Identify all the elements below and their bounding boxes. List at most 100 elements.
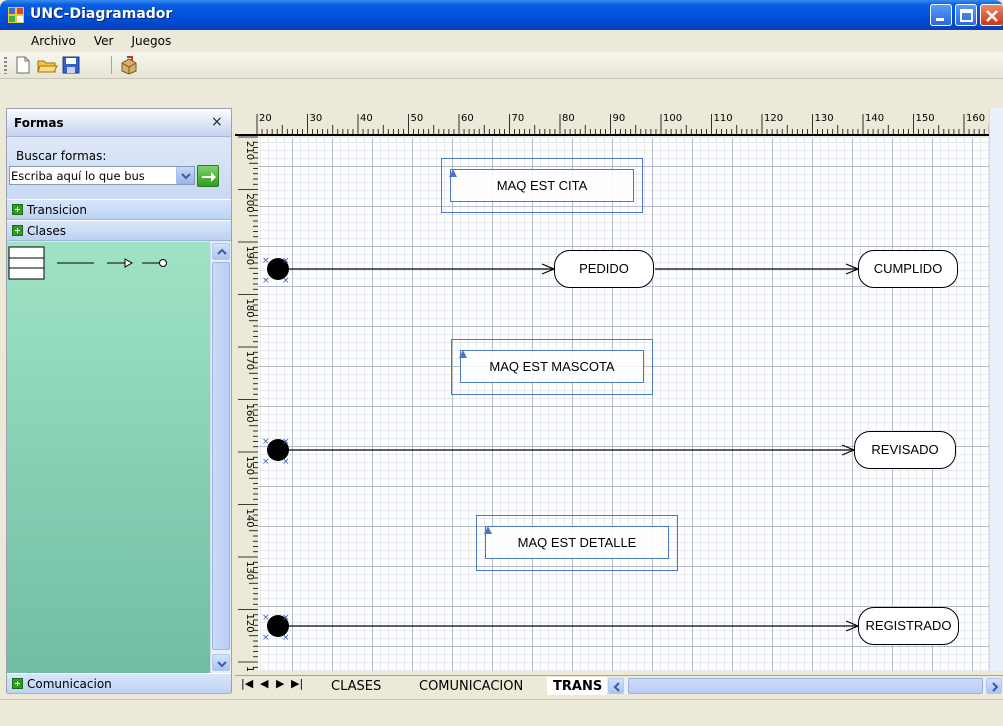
ruler-label: 60 [461,113,474,124]
search-input[interactable]: Escriba aquí lo que bus [9,166,195,185]
canvas-scrollbar[interactable] [989,108,1003,671]
shapes-row [8,246,167,280]
minimize-icon [936,18,944,21]
tab-prev-icon[interactable]: ◀ [260,677,268,690]
triangle-marker-icon [459,350,467,358]
search-go-button[interactable] [197,165,219,187]
svg-text:×: × [262,633,270,643]
ruler-top-ticks: 20 30 40 50 60 70 80 90 100 110 120 130 140 150 160 [256,113,1000,134]
interface-shape-icon[interactable] [142,259,167,267]
menu-archivo[interactable]: Archivo [22,30,85,52]
maximize-icon [960,9,973,22]
ruler-label: 130 [815,113,834,124]
ruler-label: 150 [244,456,255,475]
ruler-label: 150 [916,113,935,124]
ruler-label: 170 [244,351,255,370]
search-label: Buscar formas: [16,149,107,163]
svg-text:×: × [262,256,270,266]
tab-first-icon[interactable]: |◀ [241,677,253,690]
save-icon [62,56,80,74]
ruler-top: 20 30 40 50 60 70 80 90 100 110 120 130 140 150 160 [235,108,1003,136]
tab-next-icon[interactable]: ▶ [276,677,284,690]
ruler-left: 210 200 190 180 170 160 150 140 130 120 110 [235,136,258,671]
new-file-icon [16,56,30,74]
initial-state-node[interactable]: × × × × [262,437,290,467]
svg-text:×: × [262,437,270,447]
svg-text:×: × [262,457,270,467]
ruler-label: 50 [411,113,424,124]
chevron-up-icon [217,248,227,255]
ruler-label: 180 [244,299,255,318]
save-button[interactable] [60,55,82,75]
state-node[interactable]: CUMPLIDO [858,250,958,288]
category-clases[interactable]: Clases [7,220,231,241]
ruler-label: 200 [244,194,255,213]
ruler-label: 120 [764,113,783,124]
state-machine-frame[interactable]: MAQ EST DETALLE [476,515,678,571]
initial-state-node[interactable]: × × × × [262,256,290,286]
menu-juegos[interactable]: Juegos [122,30,180,52]
ruler-label: 140 [865,113,884,124]
scroll-thumb[interactable] [212,262,230,650]
shapes-scrollbar[interactable] [210,242,231,674]
tab-clases[interactable]: CLASES [325,677,387,695]
tab-last-icon[interactable]: ▶| [291,677,303,690]
tab-trans[interactable]: TRANS [547,677,607,695]
triangle-marker-icon [449,169,457,177]
horizontal-scrollbar[interactable] [608,678,1003,694]
scroll-thumb[interactable] [628,678,983,694]
menu-ver[interactable]: Ver [85,30,123,52]
svg-text:×: × [282,437,290,447]
open-button[interactable] [36,55,58,75]
close-icon [986,10,998,22]
frame-label: MAQ EST DETALLE [517,535,637,550]
ruler-label: 210 [244,141,255,160]
chevron-down-icon [181,173,191,180]
diagram-canvas[interactable]: × × × × × × × × × × × × MAQ EST CITA MAQ EST M… [258,138,989,671]
scroll-right-button[interactable] [986,678,1002,694]
category-transicion[interactable]: Transicion [7,199,231,220]
scroll-down-button[interactable] [212,654,230,671]
ruler-label: 130 [244,561,255,580]
initial-state-node[interactable]: × × × × [262,613,290,643]
state-machine-frame[interactable]: MAQ EST CITA [441,158,643,213]
toolbar [0,52,1003,79]
search-area: Buscar formas: Escriba aquí lo que bus [7,137,231,199]
shapes-panel: Formas × Buscar formas: Escriba aquí lo … [6,108,232,694]
category-comunicacion[interactable]: Comunicacion [7,673,231,694]
arrow-right-icon [202,172,216,182]
minimize-button[interactable] [930,4,952,26]
close-button[interactable] [980,4,1003,26]
window-title: UNC-Diagramador [30,6,173,22]
category-label: Comunicacion [27,677,112,691]
ruler-left-ticks: 210 200 190 180 170 160 150 140 130 120 110 [238,136,258,671]
export-button[interactable] [118,55,140,75]
panel-title: Formas [14,116,64,130]
state-machine-title: MAQ EST CITA [449,169,634,202]
scroll-left-button[interactable] [608,678,624,694]
expand-icon [12,204,23,215]
panel-close-button[interactable]: × [211,114,223,130]
tab-comunicacion[interactable]: COMUNICACION [413,677,529,695]
class-shape-icon[interactable] [8,246,45,280]
new-button[interactable] [12,55,34,75]
state-machine-title: MAQ EST DETALLE [484,526,669,559]
state-machine-frame[interactable]: MAQ EST MASCOTA [451,339,653,395]
maximize-button[interactable] [955,4,977,26]
state-node[interactable]: REVISADO [854,431,956,469]
toolbar-grip[interactable] [4,57,7,74]
title-bar: UNC-Diagramador [0,0,1003,30]
ruler-label: 120 [244,614,255,633]
ruler-label: 20 [259,113,272,124]
ruler-label: 70 [512,113,525,124]
category-label: Transicion [27,203,87,217]
state-node[interactable]: REGISTRADO [858,607,959,645]
search-dropdown-button[interactable] [176,167,194,184]
inheritance-shape-icon[interactable] [107,258,134,268]
app-icon [8,7,24,23]
scroll-up-button[interactable] [212,243,230,260]
state-node[interactable]: PEDIDO [554,250,654,288]
svg-text:×: × [282,633,290,643]
open-folder-icon [37,60,58,73]
export-icon [121,56,137,75]
